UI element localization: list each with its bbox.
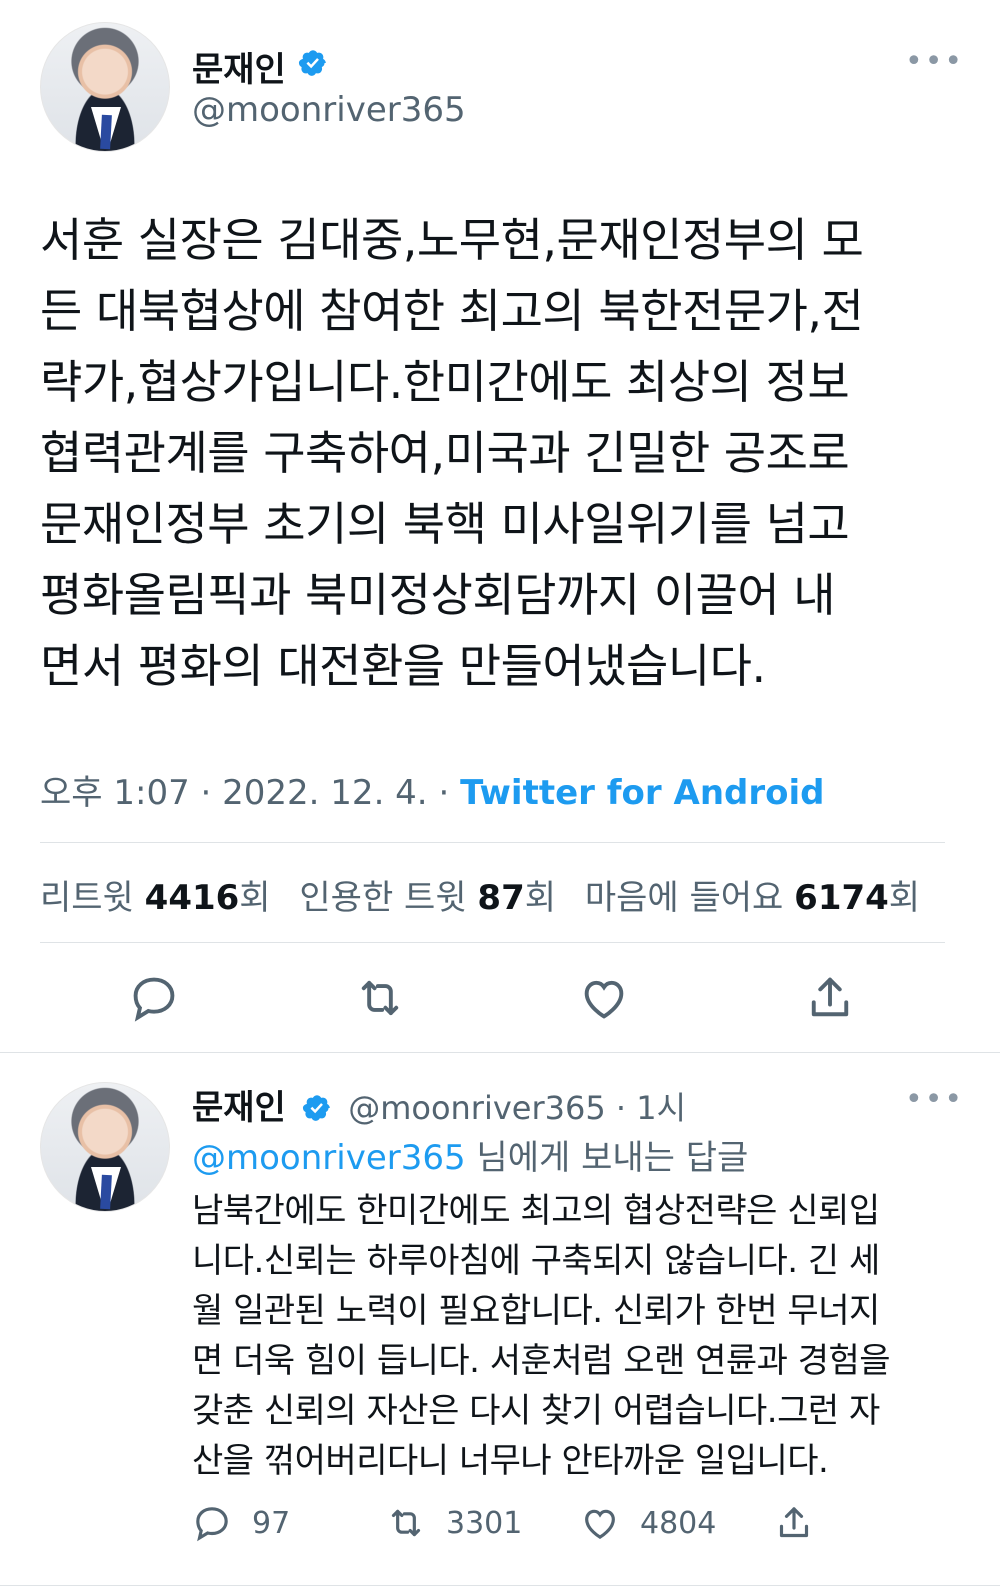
divider [40, 842, 945, 843]
quotes-stat[interactable]: 인용한 트윗 87회 [299, 878, 556, 918]
share-button[interactable] [804, 972, 856, 1024]
retweet-count: 3301 [446, 1505, 523, 1541]
meta-separator: · [200, 773, 223, 813]
more-options-icon[interactable]: ••• [905, 44, 964, 79]
like-count: 4804 [640, 1505, 717, 1541]
avatar-tie [100, 1174, 112, 1210]
share-icon [779, 1507, 809, 1538]
reply-author-avatar[interactable] [40, 1082, 170, 1212]
replying-to-mention[interactable]: @moonriver365 [192, 1138, 466, 1178]
divider [0, 1052, 1000, 1053]
reply-author-name[interactable]: 문재인 [192, 1088, 286, 1128]
divider [0, 1585, 1000, 1586]
like-icon [584, 980, 624, 1019]
replying-to-suffix: 님에게 보내는 답글 [465, 1138, 749, 1178]
retweet-button[interactable] [354, 972, 406, 1024]
share-icon [811, 977, 849, 1017]
reply-time[interactable]: · 1시 [616, 1089, 686, 1127]
reply-share-button[interactable] [774, 1500, 834, 1546]
divider [40, 942, 945, 943]
reply-button[interactable] [128, 972, 180, 1024]
meta-separator: · [438, 773, 461, 813]
reply-reply-button[interactable]: 97 [192, 1500, 290, 1546]
tweet-source-link[interactable]: Twitter for Android [460, 773, 824, 813]
reply-count: 97 [252, 1505, 291, 1541]
reply-more-options-icon[interactable]: ••• [905, 1082, 964, 1117]
reply-text: 남북간에도 한미간에도 최고의 협상전략은 신뢰입 니다.신뢰는 하루아침에 구… [192, 1191, 891, 1481]
tweet-time: 오후 1:07 [40, 773, 190, 813]
tweet-date: 2022. 12. 4. [222, 773, 428, 813]
reply-author-handle[interactable]: @moonriver365 [348, 1089, 606, 1127]
verified-icon [298, 50, 326, 76]
author-avatar[interactable] [40, 22, 170, 152]
reply-retweet-button[interactable]: 3301 [386, 1500, 522, 1546]
author-name[interactable]: 문재인 [192, 42, 286, 91]
like-icon [585, 1509, 615, 1540]
reply-icon [133, 977, 175, 1022]
verified-icon [302, 1095, 330, 1121]
tweet-stats: 리트윗 4416회 인용한 트윗 87회 마음에 들어요 6174회 [40, 870, 920, 919]
author-handle[interactable]: @moonriver365 [192, 90, 466, 130]
reply-icon [196, 1507, 228, 1542]
replying-to: @moonriver365 님에게 보내는 답글 [192, 1130, 748, 1179]
tweet-text: 서훈 실장은 김대중,노무현,문재인정부의 모 든 대북협상에 참여한 최고의 … [40, 213, 864, 693]
retweet-icon [361, 980, 399, 1016]
retweet-icon [391, 1509, 421, 1537]
tweet-meta: 오후 1:07 · 2022. 12. 4. · Twitter for And… [40, 765, 824, 814]
likes-stat[interactable]: 마음에 들어요 6174회 [585, 878, 920, 918]
avatar-tie [100, 114, 112, 150]
retweets-stat[interactable]: 리트윗 4416회 [40, 878, 271, 918]
reply-header: 문재인 @moonriver365 · 1시 [192, 1080, 686, 1129]
reply-like-button[interactable]: 4804 [580, 1500, 716, 1546]
like-button[interactable] [578, 972, 630, 1024]
